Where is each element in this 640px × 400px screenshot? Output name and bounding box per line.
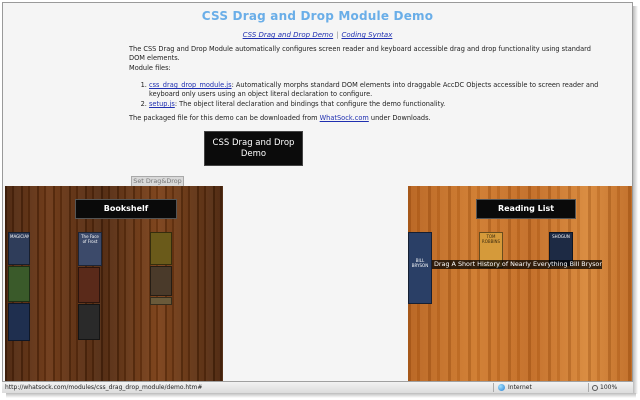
drag-caption: Drag A Short History of Nearly Everythin… [432,260,602,269]
status-url: http://whatsock.com/modules/css_drag_dro… [5,384,203,391]
module-files-label: Module files: [129,64,171,72]
globe-icon [498,384,505,391]
window-shadow-bottom [6,393,636,398]
file-description: : The object literal declaration and bin… [174,100,446,108]
book[interactable] [150,297,172,305]
packaged-prefix: The packaged file for this demo can be d… [129,114,320,122]
book[interactable] [78,267,100,303]
reading-list-panel[interactable]: Reading List BILL BRYSON TOM ROBBINS SHO… [408,186,632,384]
top-links: CSS Drag and Drop Demo | Coding Syntax [3,31,632,39]
book[interactable] [8,303,30,341]
list-item: setup.js: The object literal declaration… [149,100,599,109]
reading-list-heading: Reading List [476,199,576,219]
zoom-level: 100% [600,384,618,391]
book-title: TOM ROBBINS [481,234,501,244]
book-title: The Face of Frost [81,234,99,244]
book[interactable]: MAGICIANS [8,232,30,265]
book[interactable] [8,266,30,302]
book-title: BILL BRYSON [411,258,429,268]
book-title: MAGICIANS [10,234,30,239]
link-setup-js[interactable]: setup.js [149,100,175,108]
book[interactable] [150,266,172,296]
security-zone[interactable]: Internet [493,383,573,392]
book[interactable] [78,304,100,340]
zone-label: Internet [508,384,532,391]
page-title: CSS Drag and Drop Module Demo [201,9,434,23]
book[interactable] [150,232,172,265]
list-item: css_drag_drop_module.js: Automatically m… [149,81,599,98]
status-bar: http://whatsock.com/modules/css_drag_dro… [2,381,633,393]
link-coding-syntax[interactable]: Coding Syntax [342,31,393,39]
link-separator: | [336,31,339,39]
zoom-control[interactable]: 100% [588,383,633,392]
link-css-drag-drop-demo[interactable]: CSS Drag and Drop Demo [243,31,334,39]
module-file-list: css_drag_drop_module.js: Automatically m… [139,81,599,111]
window-shadow-right [633,6,638,394]
intro-text: The CSS Drag and Drop Module automatical… [129,45,591,62]
link-module-js[interactable]: css_drag_drop_module.js [149,81,232,89]
book-title: SHOGUN [552,234,570,239]
book[interactable]: BILL BRYSON [408,232,432,304]
bookshelf-heading: Bookshelf [75,199,177,219]
packaged-suffix: under Downloads. [368,114,431,122]
magnifier-icon [592,384,598,391]
link-whatsock[interactable]: WhatSock.com [320,114,369,122]
packaged-note: The packaged file for this demo can be d… [129,114,431,122]
demo-button[interactable]: CSS Drag and Drop Demo [204,131,303,166]
book[interactable]: The Face of Frost [78,232,102,266]
browser-viewport: CSS Drag and Drop Module Demo CSS Drag a… [2,2,633,392]
bookshelf-panel[interactable]: Bookshelf MAGICIANS The Face of Frost [5,186,223,384]
